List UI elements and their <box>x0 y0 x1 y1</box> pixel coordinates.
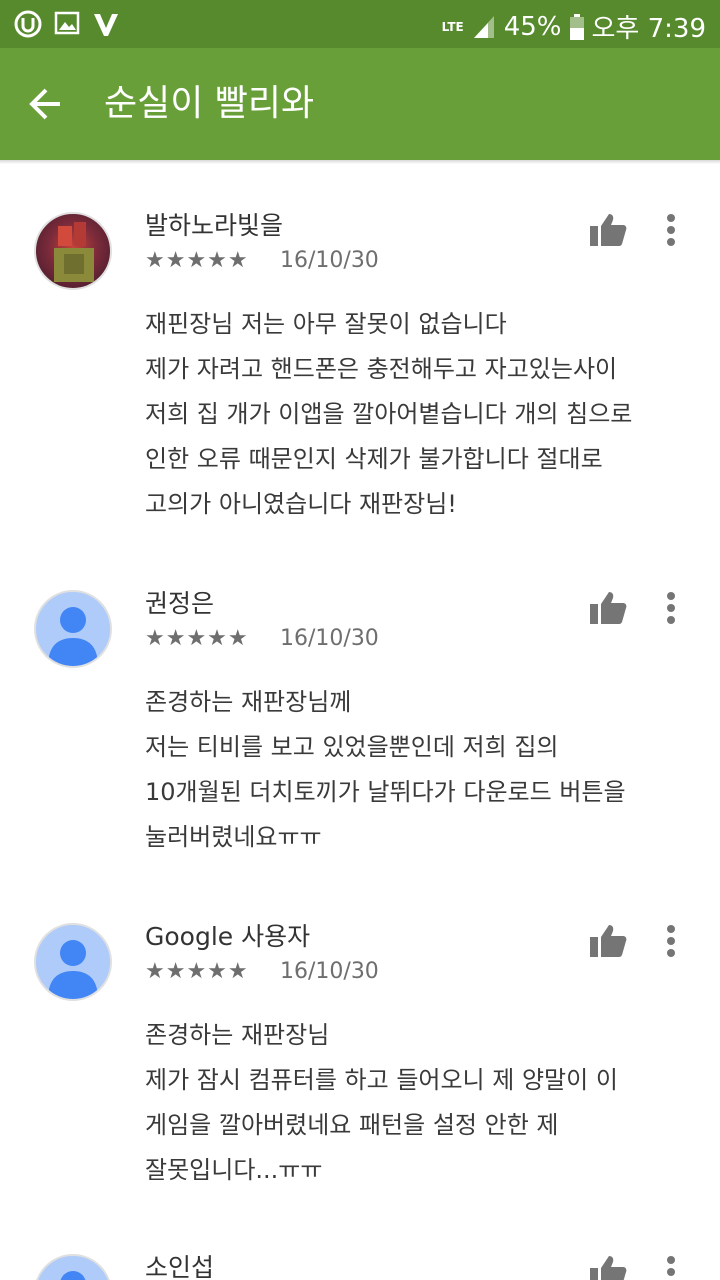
person-icon <box>48 607 98 666</box>
review-text: 존경하는 재판장님께 저는 티비를 보고 있었을뿐인데 저희 집의 10개월된 … <box>145 688 626 851</box>
review-author: 권정은 <box>145 589 215 618</box>
thumbs-up-icon <box>590 592 627 624</box>
gallery-icon <box>54 11 80 35</box>
back-arrow-icon <box>29 88 60 120</box>
review-date: 16/10/30 <box>280 248 379 273</box>
star-rating: ★★★★★ <box>145 959 249 984</box>
review-author: 소인섭 <box>145 1254 215 1280</box>
thumbs-up-button[interactable] <box>588 590 628 630</box>
avatar[interactable] <box>34 590 112 668</box>
avatar-image <box>54 222 94 282</box>
back-button[interactable] <box>24 82 72 126</box>
review-date: 16/10/30 <box>280 626 379 651</box>
more-vert-icon <box>667 925 675 957</box>
more-options-button[interactable] <box>656 1254 686 1280</box>
thumbs-up-button[interactable] <box>588 923 628 963</box>
thumbs-up-button[interactable] <box>588 212 628 252</box>
thumbs-up-icon <box>590 925 627 957</box>
lte-icon: LTE <box>441 19 464 34</box>
battery-percent: 45% <box>503 11 562 42</box>
status-right: LTE 45% 오후 7:39 <box>442 8 706 45</box>
app-bar: 순실이 빨리와 <box>0 48 720 160</box>
page-title: 순실이 빨리와 <box>104 83 315 124</box>
notification-icons <box>14 10 120 38</box>
more-options-button[interactable] <box>656 923 686 963</box>
person-icon <box>48 940 98 999</box>
status-bar: LTE 45% 오후 7:39 <box>0 0 720 48</box>
review-author: Google 사용자 <box>145 922 311 951</box>
star-rating: ★★★★★ <box>145 626 249 651</box>
avatar[interactable] <box>34 1254 112 1280</box>
signal-icon <box>473 15 494 38</box>
app-bar-shadow <box>0 160 720 164</box>
more-options-button[interactable] <box>656 590 686 630</box>
avatar[interactable] <box>34 212 112 290</box>
clock: 오후 7:39 <box>591 14 707 44</box>
review-author: 발하노라빛을 <box>145 211 284 240</box>
more-vert-icon <box>667 214 675 246</box>
more-vert-icon <box>667 1256 675 1276</box>
avatar[interactable] <box>34 923 112 1001</box>
star-rating: ★★★★★ <box>145 248 249 273</box>
review-date: 16/10/30 <box>280 959 379 984</box>
review-item: 소인섭 <box>0 1254 720 1280</box>
person-icon <box>60 1271 86 1280</box>
review-text: 존경하는 재판장님 제가 잠시 컴퓨터를 하고 들어오니 제 양말이 이 게임을… <box>145 1021 618 1184</box>
thumbs-up-button[interactable] <box>588 1254 628 1280</box>
app-notification-icon <box>14 10 42 38</box>
thumbs-up-icon <box>590 1256 627 1280</box>
v3-icon <box>94 14 118 36</box>
more-options-button[interactable] <box>656 212 686 252</box>
review-text: 재핀장님 저는 아무 잘못이 없습니다 제가 자려고 핸드폰은 충전해두고 자고… <box>145 310 633 518</box>
battery-icon <box>569 13 584 40</box>
thumbs-up-icon <box>590 214 627 246</box>
more-vert-icon <box>667 592 675 624</box>
